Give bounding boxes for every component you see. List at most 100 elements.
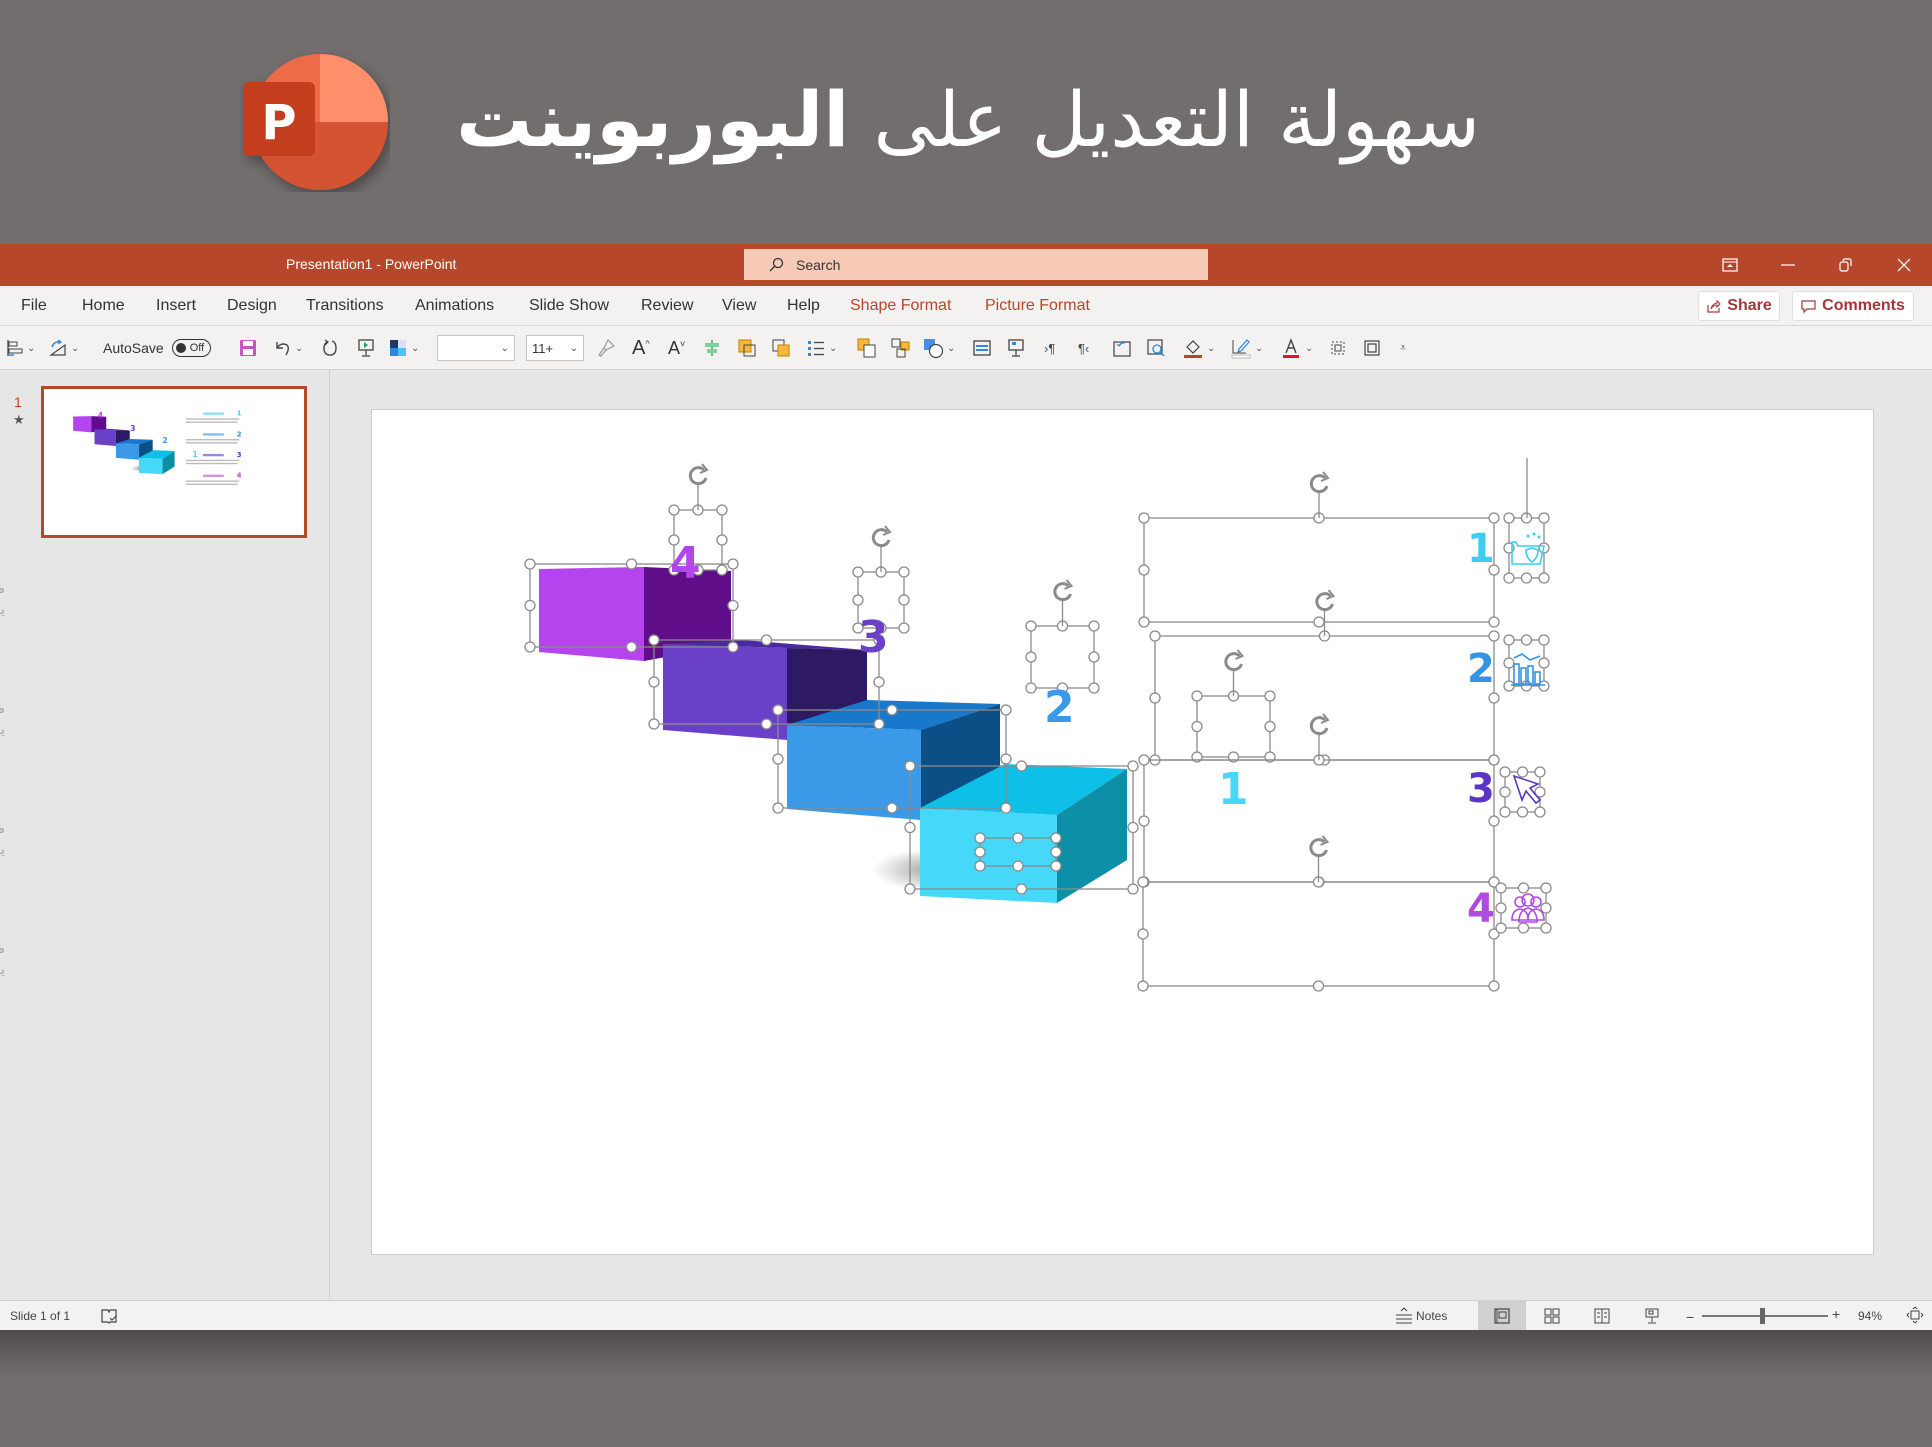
resize-handle [1138,754,1150,766]
tab-insert[interactable]: Insert [156,297,196,315]
arrange-button[interactable] [856,336,878,360]
share-button[interactable]: Share [1698,291,1780,321]
rotate-button[interactable]: ⌄ [48,336,79,360]
shape-fill-button[interactable]: ⌄ [1182,336,1215,360]
tab-animations[interactable]: Animations [415,297,494,315]
card-body-text[interactable]: من منا لا يطمح إلى تقديم عروض تقديمية اح… [0,578,5,620]
normal-view-icon [1494,1308,1510,1324]
presenter-icon [358,339,374,357]
card-body-text[interactable]: من منا لا يطمح إلى تقديم عروض تقديمية اح… [0,938,5,980]
resize-handle [1025,620,1037,632]
close-button[interactable] [1876,244,1932,286]
bar-chart-icon [1511,653,1545,686]
comments-button[interactable]: Comments [1792,291,1914,321]
save-button[interactable] [238,336,258,360]
ribbon-display-button[interactable] [1702,244,1758,286]
bring-forward-button[interactable] [736,336,758,360]
resize-handle [886,704,898,716]
tab-file[interactable]: File [21,297,47,315]
tab-transitions[interactable]: Transitions [306,297,384,315]
minimize-button[interactable] [1760,244,1816,286]
thumb-card-title [203,433,224,436]
tab-help[interactable]: Help [787,297,820,315]
start-slideshow-button[interactable] [356,336,376,360]
stair-number-2[interactable]: 2 [1044,682,1075,733]
resize-handle [1488,616,1500,628]
zoom-out-button[interactable]: − [1686,1309,1694,1325]
stair-front-face [138,457,163,475]
redo-button[interactable] [320,336,340,360]
shape-outline-button[interactable]: ⌄ [1230,336,1263,360]
format-painter-button[interactable] [596,336,616,360]
accessibility-check-icon [101,1309,117,1324]
stair-number-1[interactable]: 1 [1218,764,1249,815]
tab-design[interactable]: Design [227,297,277,315]
tab-view[interactable]: View [722,297,756,315]
slide-thumbnail-1[interactable]: 4 3 2 1 1 2 3 4 [41,386,307,538]
text-box-button[interactable] [972,336,992,360]
normal-view-button[interactable] [1478,1301,1526,1331]
font-size-value: 11+ [532,340,554,356]
resize-handle [1050,846,1062,858]
slide-canvas[interactable]: 4 3 2 1 1أدخل العنوان هنامن منا لا يطمح … [0,409,1874,1255]
thumb-card-title [203,412,224,415]
selection-box [1030,625,1095,689]
new-slide-button[interactable] [1006,336,1026,360]
send-backward-button[interactable] [770,336,792,360]
restore-button[interactable] [1817,244,1873,286]
resize-handle [524,599,536,612]
zoom-in-button[interactable]: + [1832,1306,1840,1322]
shapes-button[interactable]: ⌄ [922,336,955,360]
ltr-button[interactable]: › ¶ [1044,336,1055,360]
card-body-text[interactable]: من منا لا يطمح إلى تقديم عروض تقديمية اح… [0,818,5,860]
font-color-button[interactable]: ⌄ [1280,336,1313,360]
resize-handle [1503,634,1515,646]
search-box[interactable]: Search [744,249,1208,280]
zoom-percent[interactable]: 94% [1858,1309,1882,1323]
stair-front-face [787,725,921,820]
reset-picture-button[interactable] [1112,336,1132,360]
notes-button[interactable]: Notes [1394,1307,1447,1325]
stair-number-4[interactable]: 4 [670,538,701,589]
decrease-font-button[interactable]: A˅ [668,336,685,360]
font-size-dropdown[interactable]: 11+ ⌄ [526,335,584,361]
resize-handle [1015,883,1028,895]
tab-slide-show[interactable]: Slide Show [529,297,609,315]
increase-font-button[interactable]: A^ [632,336,650,360]
slideshow-view-button[interactable] [1628,1301,1676,1331]
theme-colors-button[interactable]: ⌄ [388,336,419,360]
bullets-button[interactable]: ⌄ [806,336,837,360]
autosave-switch[interactable]: Off [171,339,212,357]
group-button[interactable] [890,336,912,360]
align-center-button[interactable] [702,336,722,360]
resize-handle [1264,690,1276,702]
resize-handle [648,676,660,688]
tab-picture-format[interactable]: Picture Format [985,297,1090,315]
font-name-dropdown[interactable]: ⌄ [437,335,515,361]
reading-view-button[interactable] [1578,1301,1626,1331]
fit-to-window-button[interactable] [1906,1306,1924,1324]
crop-button[interactable] [1362,336,1382,360]
tab-review[interactable]: Review [641,297,693,315]
rtl-button[interactable]: ¶ ‹ [1078,336,1089,360]
align-button[interactable]: ⌄ [6,336,35,360]
font-color-icon [1283,338,1299,358]
resize-handle [1137,876,1149,888]
tab-shape-format[interactable]: Shape Format [850,297,951,315]
accessibility-button[interactable] [100,1307,118,1325]
resize-handle [974,832,986,844]
cursor-icon [1512,774,1542,805]
autosave-toggle[interactable]: AutoSave Off [103,336,212,360]
tab-home[interactable]: Home [82,297,125,315]
slide-sorter-button[interactable] [1528,1301,1576,1331]
zoom-slider-thumb[interactable] [1760,1308,1766,1324]
customize-toolbar-button[interactable]: ⩡ [1400,336,1406,360]
selection-pane-button[interactable] [1328,336,1348,360]
undo-button[interactable]: ⌄ [272,336,303,360]
thumb-card-number: 4 [237,472,242,480]
picture-preview-button[interactable] [1146,336,1166,360]
card-body-text[interactable]: من منا لا يطمح إلى تقديم عروض تقديمية اح… [0,698,5,740]
resize-handle [1495,902,1507,914]
resize-handle [974,860,986,872]
stair-number-3[interactable]: 3 [858,612,889,663]
